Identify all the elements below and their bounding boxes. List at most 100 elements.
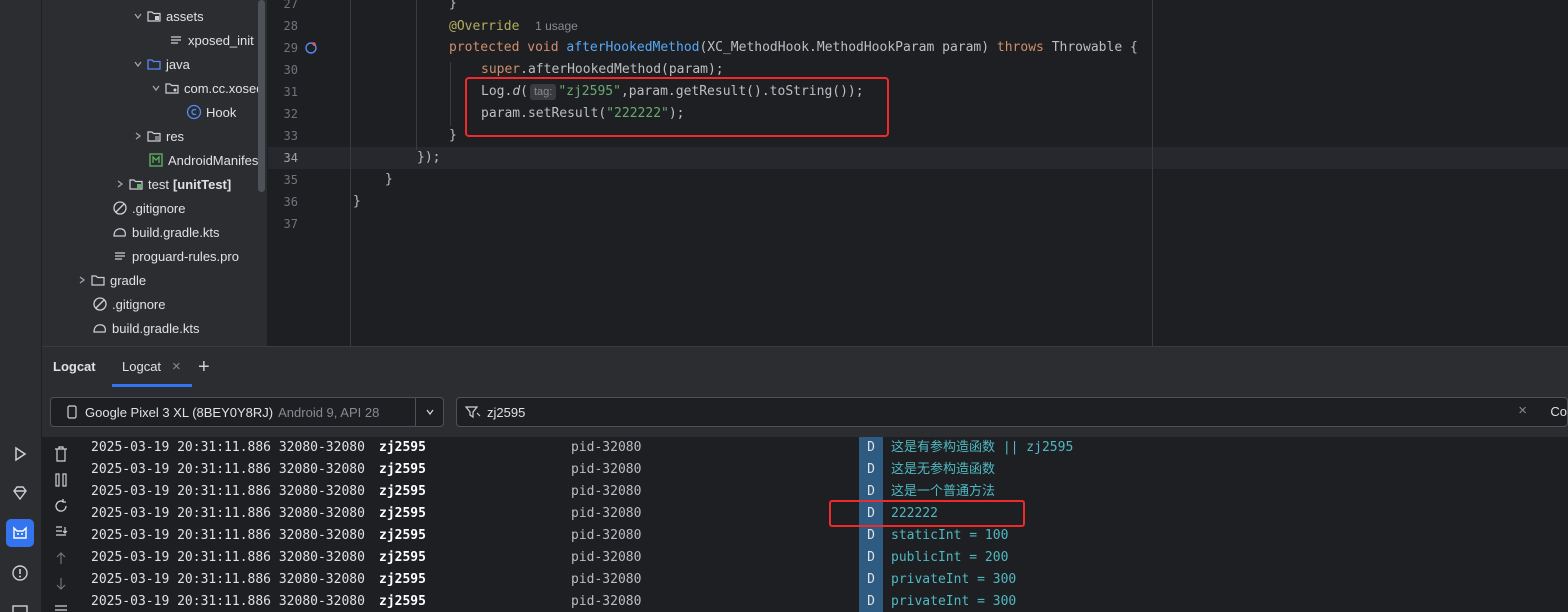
run-icon[interactable]	[6, 440, 34, 468]
line-number: 29	[283, 41, 298, 55]
chevron-right-icon[interactable]	[74, 275, 90, 285]
logcat-cat-icon[interactable]	[6, 519, 34, 547]
test-folder-icon	[128, 176, 144, 192]
log-row[interactable]: 2025-03-19 20:31:11.886 32080-32080 zj259…	[82, 525, 1568, 547]
chevron-down-icon[interactable]	[415, 398, 443, 426]
phone-icon	[67, 405, 77, 419]
close-tab-icon[interactable]: ×	[172, 347, 181, 387]
tree-item-root-gitignore[interactable]: .gitignore	[92, 292, 165, 316]
logcat-toolbar: Google Pixel 3 XL (8BEY0Y8RJ) Android 9,…	[42, 387, 1568, 437]
indent-guide	[350, 0, 351, 346]
arrow-down-icon[interactable]	[50, 573, 72, 595]
tree-item-label: java	[166, 56, 190, 72]
chevron-down-icon[interactable]	[148, 83, 164, 93]
tree-item-android-manifest[interactable]: AndroidManifest	[148, 148, 262, 172]
tree-item-label: assets	[166, 8, 204, 24]
right-margin-guide	[1152, 0, 1153, 346]
tree-item-label: test	[148, 176, 169, 192]
tree-item-hook[interactable]: Hook	[186, 100, 236, 124]
log-row[interactable]: 2025-03-19 20:31:11.886 32080-32080 zj259…	[82, 503, 1568, 525]
log-row[interactable]: 2025-03-19 20:31:11.886 32080-32080 zj259…	[82, 459, 1568, 481]
tree-item-build-gradle[interactable]: build.gradle.kts	[112, 220, 219, 244]
tree-item-suffix: [unitTest]	[172, 176, 232, 192]
code-highlight-box	[465, 77, 889, 137]
folder-icon	[90, 272, 106, 288]
current-line-highlight	[268, 147, 1568, 169]
terminal-icon[interactable]	[6, 598, 34, 612]
chevron-right-icon[interactable]	[112, 179, 128, 189]
log-row[interactable]: 2025-03-19 20:31:11.886 32080-32080 zj259…	[82, 547, 1568, 569]
problems-icon[interactable]	[6, 559, 34, 587]
tree-item-label: xposed_init	[188, 32, 254, 48]
tree-item-res[interactable]: res	[130, 124, 184, 148]
tab-logcat[interactable]: Logcat	[122, 347, 161, 387]
tree-item-label: AndroidManifest	[168, 152, 262, 168]
tree-scrollbar[interactable]	[258, 0, 265, 192]
soft-wrap-icon[interactable]	[50, 599, 72, 612]
log-row[interactable]: 2025-03-19 20:31:11.886 32080-32080 zj259…	[82, 591, 1568, 612]
filter-query: zj2595	[487, 404, 526, 420]
tree-item-gradle[interactable]: gradle	[74, 268, 146, 292]
scroll-to-end-icon[interactable]	[50, 521, 72, 543]
tree-item-label: com.cc.xosed	[184, 80, 264, 96]
line-number: 28	[283, 19, 298, 33]
ignore-file-icon	[92, 296, 108, 312]
log-level-badge: D	[859, 525, 883, 547]
code-line-35: }	[385, 172, 393, 187]
package-icon	[164, 80, 180, 96]
tree-item-root-build-gradle[interactable]: build.gradle.kts	[92, 316, 199, 340]
pause-icon[interactable]	[50, 469, 72, 491]
log-level-badge: D	[859, 591, 883, 612]
indent-guide	[450, 62, 451, 126]
logcat-panel: Logcat Logcat × + Google Pixel 3 XL (8BE…	[42, 346, 1568, 612]
log-level-badge: D	[859, 547, 883, 569]
logcat-tool-title: Logcat	[53, 359, 96, 374]
code-editor[interactable]: 27 28 29 30 31 32 33 34 35 36 37 } @Over…	[268, 0, 1568, 346]
code-line-29: protected void afterHookedMethod(XC_Meth…	[449, 40, 1138, 55]
arrow-up-icon[interactable]	[50, 547, 72, 569]
line-number-current: 34	[283, 151, 298, 165]
chevron-right-icon[interactable]	[130, 131, 146, 141]
log-level-badge: D	[859, 569, 883, 591]
log-level-badge: D	[859, 459, 883, 481]
trash-icon[interactable]	[50, 443, 72, 465]
tree-item-proguard[interactable]: proguard-rules.pro	[112, 244, 239, 268]
chevron-down-icon[interactable]	[130, 11, 146, 21]
filter-icon[interactable]	[465, 405, 481, 419]
device-detail: Android 9, API 28	[278, 404, 380, 420]
tree-item-label: .gitignore	[112, 296, 166, 312]
override-marker-icon[interactable]	[304, 41, 318, 60]
tree-item-gitignore[interactable]: .gitignore	[112, 196, 185, 220]
add-tab-icon[interactable]: +	[198, 347, 210, 387]
tree-item-label: gradle	[110, 272, 147, 288]
line-gutter: 27 28 29 30 31 32 33 34 35 36 37	[268, 0, 350, 346]
chevron-down-icon[interactable]	[130, 59, 146, 69]
tree-item-label: Hook	[206, 104, 237, 120]
gradle-icon	[112, 224, 128, 240]
log-list[interactable]: 2025-03-19 20:31:11.886 32080-32080 zj259…	[82, 437, 1568, 612]
logcat-filter-input[interactable]: zj2595 × Co	[456, 397, 1568, 427]
code-line-33: }	[449, 128, 457, 143]
tree-item-test[interactable]: test [unitTest]	[112, 172, 231, 196]
restart-icon[interactable]	[50, 495, 72, 517]
logcat-tab-bar: Logcat Logcat × +	[42, 347, 1568, 387]
filter-trailing-text[interactable]: Co	[1550, 404, 1567, 419]
device-selector[interactable]: Google Pixel 3 XL (8BEY0Y8RJ) Android 9,…	[50, 397, 444, 427]
tool-window-strip	[0, 0, 42, 612]
log-row[interactable]: 2025-03-19 20:31:11.886 32080-32080 zj259…	[82, 569, 1568, 591]
tree-item-label: proguard-rules.pro	[132, 248, 239, 264]
log-row[interactable]: 2025-03-19 20:31:11.886 32080-32080 zj259…	[82, 481, 1568, 503]
tree-item-assets[interactable]: assets	[130, 4, 204, 28]
tree-item-label: .gitignore	[132, 200, 186, 216]
log-highlight-box	[829, 500, 1025, 527]
tree-item-xposed-init[interactable]: xposed_init	[168, 28, 254, 52]
gradle-icon	[92, 320, 108, 336]
tree-item-java[interactable]: java	[130, 52, 190, 76]
tree-item-package[interactable]: com.cc.xosed	[148, 76, 263, 100]
code-line-27: }	[449, 0, 457, 11]
log-row[interactable]: 2025-03-19 20:31:11.886 32080-32080 zj259…	[82, 437, 1568, 459]
usage-hint[interactable]: 1 usage	[535, 19, 578, 33]
clear-filter-icon[interactable]: ×	[1518, 402, 1527, 419]
gem-icon[interactable]	[6, 479, 34, 507]
text-file-icon	[112, 248, 128, 264]
